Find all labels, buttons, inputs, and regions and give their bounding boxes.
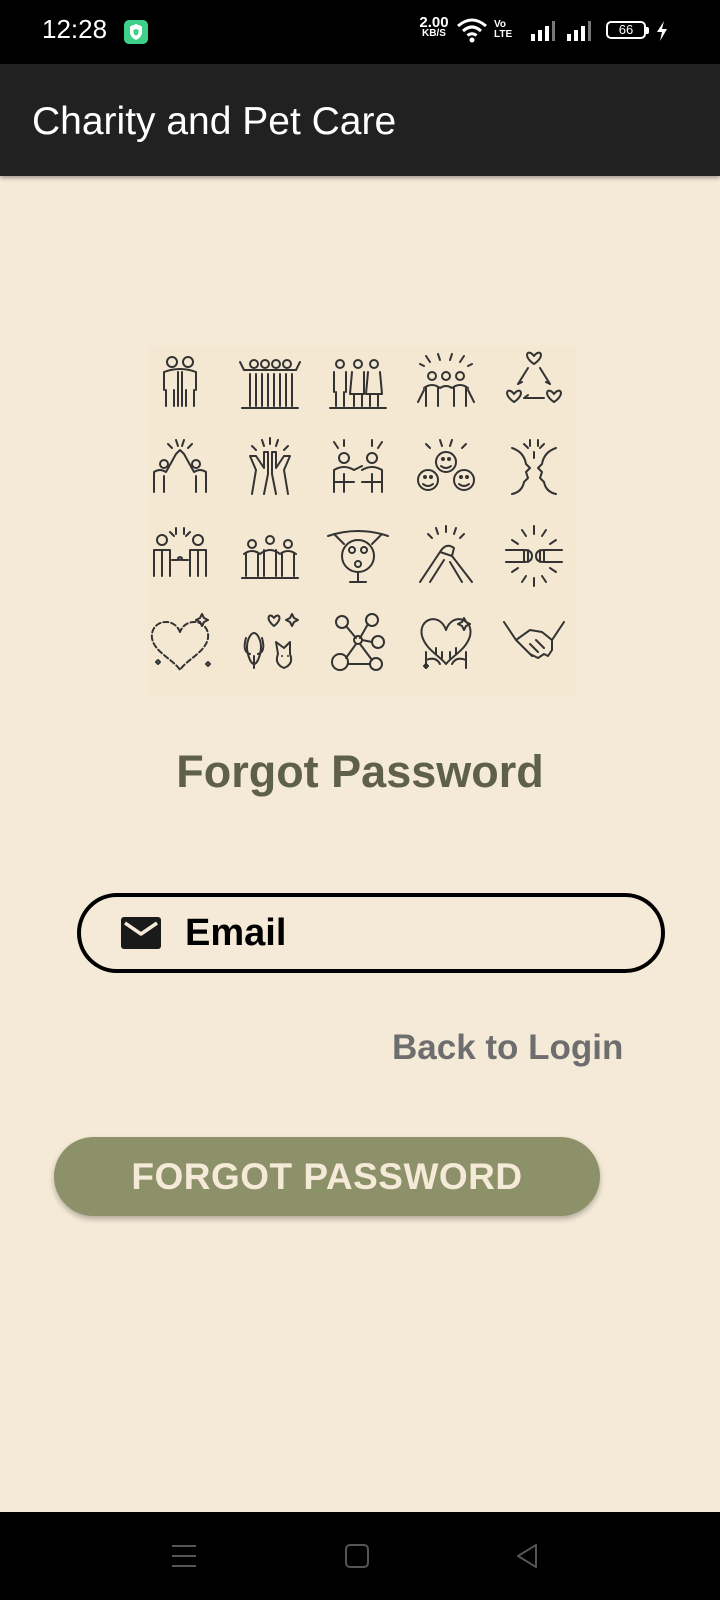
status-bar: 12:28 2.00 KB/S Vo LTE 66 [0,0,720,64]
volte-indicator: Vo LTE [494,20,512,40]
net-speed-value: 2.00 [419,14,449,31]
charity-illustration [148,346,576,696]
net-speed: 2.00 KB/S [414,14,454,39]
heart-chain-icon [150,613,211,671]
wifi-icon [456,17,488,48]
family-icon [329,359,387,409]
dog-and-cat-icon [243,613,299,669]
system-nav-bar [0,1512,720,1600]
celebrating-group-icon [417,353,475,407]
happy-faces-icon [417,439,475,491]
signal-icon [530,20,556,47]
mail-icon [121,917,161,954]
app-title: Charity and Pet Care [32,100,397,143]
arm-wrestling-icon [419,525,473,583]
heart-cycle-icon [506,351,562,403]
menu-icon[interactable] [170,1542,198,1575]
battery-icon: 66 [606,21,649,39]
charging-icon [655,20,669,47]
circle-team-icon [327,530,389,583]
heart-in-hands-icon [420,617,472,669]
social-network-icon [331,613,385,671]
volte-label-bottom: LTE [494,29,513,40]
hugging-people-icon [163,356,197,407]
family-together-icon [241,535,299,579]
fist-bump-icon [505,525,563,587]
shield-app-icon [124,20,148,44]
high-five-icon [153,439,207,493]
forgot-password-button[interactable]: FORGOT PASSWORD [54,1137,600,1216]
page-heading: Forgot Password [176,746,544,797]
home-icon[interactable] [344,1542,370,1575]
faces-kissing-icon [511,439,557,495]
clapping-hands-icon [249,437,291,495]
signal-icon [566,20,592,47]
people-greeting-icon [333,439,383,493]
email-field[interactable] [77,893,665,973]
status-time: 12:28 [42,14,108,44]
back-icon[interactable] [514,1542,540,1575]
handshake-icon [503,621,565,659]
group-cheering-icon [239,359,301,409]
connected-people-icon [153,527,207,577]
app-bar: Charity and Pet Care [0,64,720,176]
email-input[interactable] [185,907,625,959]
back-to-login-link[interactable]: Back to Login [392,1028,623,1068]
